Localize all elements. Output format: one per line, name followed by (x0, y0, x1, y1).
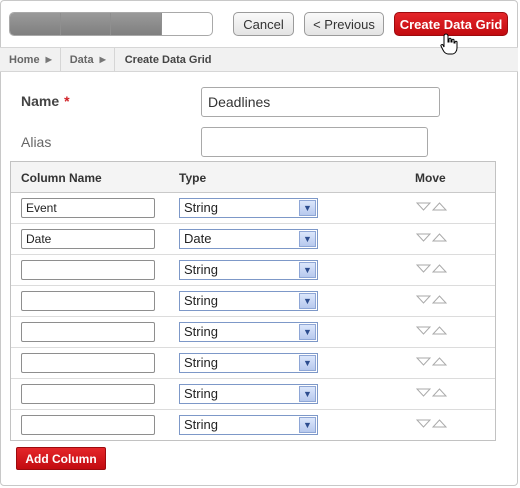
breadcrumb-home-label[interactable]: Home (9, 54, 40, 66)
move-controls (416, 357, 447, 366)
breadcrumb-current: Create Data Grid (124, 53, 212, 66)
move-up-icon[interactable] (432, 419, 447, 428)
move-down-icon[interactable] (416, 295, 431, 304)
move-controls (416, 202, 447, 211)
dropdown-arrow-icon[interactable]: ▼ (299, 386, 316, 402)
name-field[interactable]: Deadlines (201, 87, 440, 117)
dropdown-arrow-icon[interactable]: ▼ (299, 293, 316, 309)
progress-step-2 (60, 13, 111, 35)
required-marker: * (64, 93, 70, 109)
breadcrumb-home[interactable]: Home ▶ (0, 48, 61, 71)
move-controls (416, 419, 447, 428)
columns-grid: Column Name Type Move Event String ▼ Date Da… (10, 161, 496, 441)
move-down-icon[interactable] (416, 264, 431, 273)
move-down-icon[interactable] (416, 202, 431, 211)
move-controls (416, 295, 447, 304)
move-up-icon[interactable] (432, 388, 447, 397)
move-down-icon[interactable] (416, 388, 431, 397)
move-up-icon[interactable] (432, 357, 447, 366)
type-select[interactable]: Date ▼ (179, 229, 318, 249)
hand-cursor-icon (440, 33, 458, 55)
type-select[interactable]: String ▼ (179, 353, 318, 373)
table-row: String ▼ (11, 379, 495, 410)
add-column-button[interactable]: Add Column (16, 447, 106, 470)
progress-step-3 (111, 13, 162, 35)
type-select[interactable]: String ▼ (179, 384, 318, 404)
dropdown-arrow-icon[interactable]: ▼ (299, 200, 316, 216)
table-row: String ▼ (11, 255, 495, 286)
dropdown-arrow-icon[interactable]: ▼ (299, 355, 316, 371)
move-up-icon[interactable] (432, 326, 447, 335)
table-row: String ▼ (11, 286, 495, 317)
move-header: Move (415, 171, 446, 185)
table-row: String ▼ (11, 410, 495, 441)
move-down-icon[interactable] (416, 326, 431, 335)
progress-step-4 (162, 13, 213, 35)
table-row: String ▼ (11, 348, 495, 379)
type-select-value: String (184, 386, 218, 401)
move-down-icon[interactable] (416, 419, 431, 428)
name-label: Name * (21, 93, 70, 109)
type-select[interactable]: String ▼ (179, 322, 318, 342)
move-down-icon[interactable] (416, 233, 431, 242)
name-label-text: Name (21, 93, 60, 109)
type-select[interactable]: String ▼ (179, 198, 318, 218)
type-select[interactable]: String ▼ (179, 260, 318, 280)
column-name-input[interactable] (21, 415, 155, 435)
table-row: Event String ▼ (11, 193, 495, 224)
table-row: Date Date ▼ (11, 224, 495, 255)
column-name-input[interactable] (21, 291, 155, 311)
type-select-value: String (184, 417, 218, 432)
move-up-icon[interactable] (432, 264, 447, 273)
move-up-icon[interactable] (432, 202, 447, 211)
alias-label: Alias (21, 134, 52, 150)
dropdown-arrow-icon[interactable]: ▼ (299, 231, 316, 247)
dropdown-arrow-icon[interactable]: ▼ (299, 262, 316, 278)
table-row: String ▼ (11, 317, 495, 348)
dropdown-arrow-icon[interactable]: ▼ (299, 417, 316, 433)
column-name-input[interactable] (21, 260, 155, 280)
type-select-value: String (184, 262, 218, 277)
type-select-value: String (184, 324, 218, 339)
move-down-icon[interactable] (416, 357, 431, 366)
chevron-right-icon: ▶ (99, 55, 106, 64)
previous-button[interactable]: < Previous (304, 12, 384, 36)
type-select-value: String (184, 293, 218, 308)
move-controls (416, 326, 447, 335)
dropdown-arrow-icon[interactable]: ▼ (299, 324, 316, 340)
cancel-button[interactable]: Cancel (233, 12, 294, 36)
column-name-input[interactable] (21, 353, 155, 373)
column-name-input[interactable]: Date (21, 229, 155, 249)
breadcrumb-data-label[interactable]: Data (70, 54, 94, 66)
column-name-input[interactable] (21, 322, 155, 342)
grid-header: Column Name Type Move (11, 162, 495, 193)
column-name-header: Column Name (21, 171, 102, 185)
type-header: Type (179, 171, 207, 185)
move-up-icon[interactable] (432, 295, 447, 304)
column-name-input[interactable]: Event (21, 198, 155, 218)
wizard-progress-bar (9, 12, 213, 36)
breadcrumb-data[interactable]: Data ▶ (61, 48, 115, 71)
move-up-icon[interactable] (432, 233, 447, 242)
progress-step-1 (10, 13, 61, 35)
type-select-value: String (184, 200, 218, 215)
move-controls (416, 388, 447, 397)
type-select[interactable]: String ▼ (179, 415, 318, 435)
alias-field[interactable] (201, 127, 428, 157)
move-controls (416, 264, 447, 273)
move-controls (416, 233, 447, 242)
chevron-right-icon: ▶ (45, 55, 52, 64)
type-select-value: Date (184, 231, 212, 246)
type-select-value: String (184, 355, 218, 370)
type-select[interactable]: String ▼ (179, 291, 318, 311)
column-name-input[interactable] (21, 384, 155, 404)
